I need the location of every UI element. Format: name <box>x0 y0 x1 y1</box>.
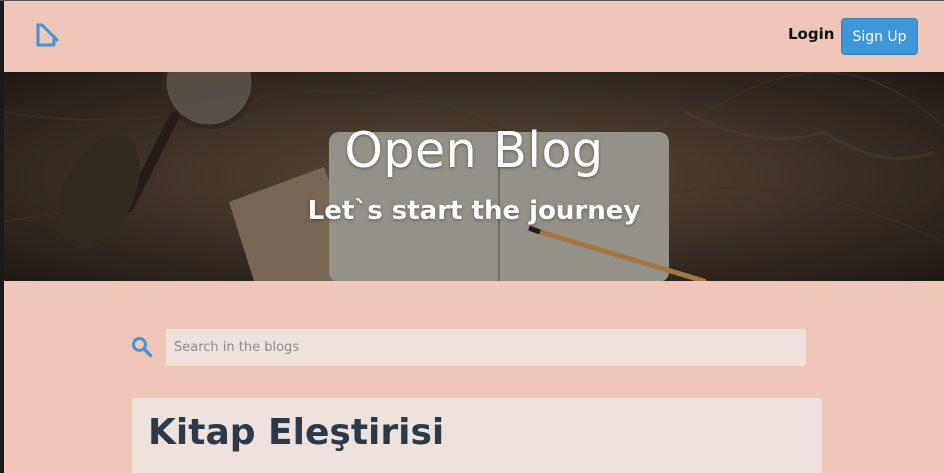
login-link[interactable]: Login <box>788 25 834 43</box>
search-input[interactable] <box>166 329 806 366</box>
window-left-edge <box>0 0 4 473</box>
window-top-edge <box>0 0 944 1</box>
post-card[interactable]: Kitap Eleştirisi <box>132 398 822 473</box>
signup-button[interactable]: Sign Up <box>841 18 918 55</box>
hero-subtitle: Let`s start the journey <box>307 196 641 226</box>
hero-title: Open Blog <box>344 122 604 179</box>
hero-banner: Open Blog Let`s start the journey <box>4 72 944 281</box>
pencil-square-icon[interactable] <box>34 21 62 49</box>
navbar: Login Sign Up <box>4 1 944 72</box>
search-icon[interactable] <box>131 336 153 358</box>
post-title[interactable]: Kitap Eleştirisi <box>148 412 444 453</box>
